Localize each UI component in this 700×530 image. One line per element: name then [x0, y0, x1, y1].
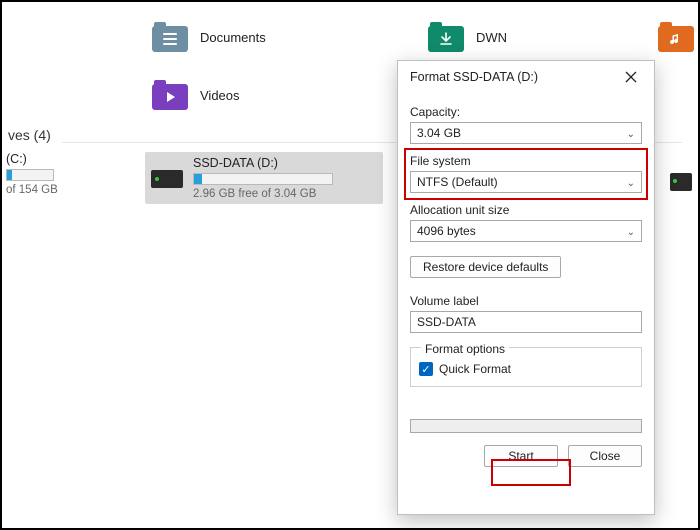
drive-partial-icon [670, 173, 692, 191]
filesystem-select[interactable]: NTFS (Default) ⌄ [410, 171, 642, 193]
restore-defaults-button[interactable]: Restore device defaults [410, 256, 561, 278]
capacity-select[interactable]: 3.04 GB ⌄ [410, 122, 642, 144]
drive-c[interactable]: (C:) of 154 GB [6, 152, 58, 196]
allocation-select[interactable]: 4096 bytes ⌄ [410, 220, 642, 242]
allocation-label: Allocation unit size [410, 203, 642, 217]
drive-name: (C:) [6, 152, 58, 166]
download-arrow-icon [438, 31, 454, 47]
documents-folder-icon [152, 22, 188, 52]
drive-name: SSD-DATA (D:) [193, 156, 333, 170]
chevron-down-icon: ⌄ [627, 178, 635, 189]
capacity-label: Capacity: [410, 105, 642, 119]
folder-dwn[interactable]: DWN [428, 22, 507, 52]
volume-label-input[interactable]: SSD-DATA [410, 311, 642, 333]
folder-music[interactable] [658, 22, 694, 52]
folder-label: Documents [200, 30, 266, 45]
quick-format-checkbox-row[interactable]: ✓ Quick Format [419, 362, 633, 376]
volume-label-label: Volume label [410, 294, 642, 308]
allocation-value: 4096 bytes [417, 224, 476, 238]
checkbox-checked-icon[interactable]: ✓ [419, 362, 433, 376]
format-options-fieldset: Format options ✓ Quick Format [410, 347, 642, 387]
folder-label: DWN [476, 30, 507, 45]
capacity-bar [6, 169, 54, 181]
format-progress-bar [410, 419, 642, 433]
close-button[interactable] [616, 65, 646, 89]
chevron-down-icon: ⌄ [627, 227, 635, 238]
start-button[interactable]: Start [484, 445, 558, 467]
start-label: Start [508, 449, 533, 463]
format-options-label: Format options [421, 342, 509, 356]
drives-section-header: ves (4) [8, 127, 51, 143]
folder-videos[interactable]: Videos [152, 80, 240, 110]
capacity-value: 3.04 GB [417, 126, 461, 140]
folder-label: Videos [200, 88, 240, 103]
dialog-title: Format SSD-DATA (D:) [410, 70, 616, 84]
play-icon [162, 89, 178, 105]
format-dialog: Format SSD-DATA (D:) Capacity: 3.04 GB ⌄… [397, 60, 655, 515]
close-icon [625, 71, 637, 83]
quick-format-label: Quick Format [439, 362, 511, 376]
drive-sub: 2.96 GB free of 3.04 GB [193, 188, 333, 200]
restore-label: Restore device defaults [423, 260, 548, 274]
volume-label-value: SSD-DATA [417, 315, 476, 329]
downloads-folder-icon [428, 22, 464, 52]
ssd-icon [151, 170, 183, 188]
drive-sub: of 154 GB [6, 184, 58, 196]
capacity-bar [193, 173, 333, 185]
dialog-titlebar[interactable]: Format SSD-DATA (D:) [398, 61, 654, 93]
drive-d[interactable]: SSD-DATA (D:) 2.96 GB free of 3.04 GB [145, 152, 383, 204]
filesystem-label: File system [410, 154, 642, 168]
chevron-down-icon: ⌄ [627, 129, 635, 140]
folder-documents[interactable]: Documents [152, 22, 266, 52]
close-label: Close [590, 449, 621, 463]
close-dialog-button[interactable]: Close [568, 445, 642, 467]
filesystem-value: NTFS (Default) [417, 175, 498, 189]
music-folder-icon [658, 22, 694, 52]
music-note-icon [668, 31, 684, 47]
videos-folder-icon [152, 80, 188, 110]
